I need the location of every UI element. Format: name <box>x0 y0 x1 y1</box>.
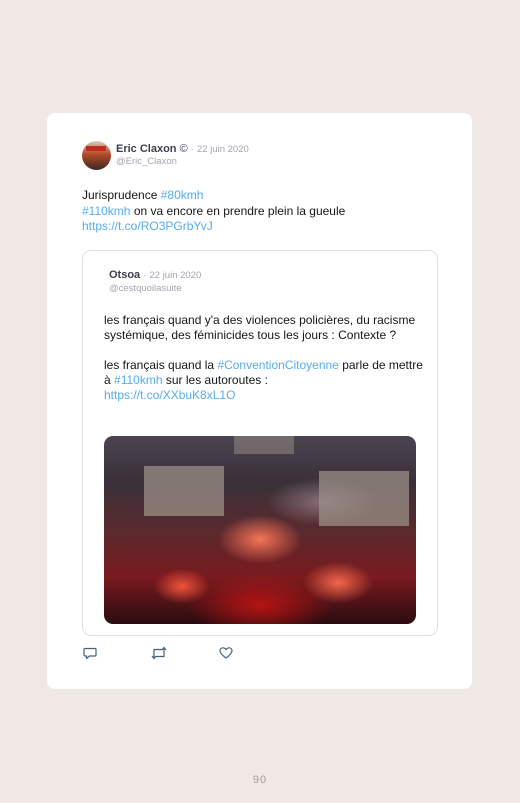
hashtag-110kmh[interactable]: #110kmh <box>82 204 130 218</box>
crowd-photo[interactable] <box>104 436 416 624</box>
quoted-text: les français quand y'a des violences pol… <box>104 313 424 403</box>
photo-building-top <box>234 436 294 454</box>
tweet-link[interactable]: https://t.co/RO3PGrbYvJ <box>82 219 213 233</box>
tweet-card: Eric Claxon © · 22 juin 2020 @Eric_Claxo… <box>47 113 472 689</box>
author-name[interactable]: Eric Claxon <box>116 143 177 155</box>
avatar[interactable] <box>82 141 111 170</box>
author-handle[interactable]: @Eric_Claxon <box>116 156 177 167</box>
quoted-author-name[interactable]: Otsoa <box>109 269 140 281</box>
quoted-paragraph-1: les français quand y'a des violences pol… <box>104 313 416 342</box>
tweet-text: Jurisprudence #80kmh #110kmh on va encor… <box>82 188 442 235</box>
page-number: 90 <box>252 774 268 786</box>
hashtag-80kmh[interactable]: #80kmh <box>161 188 204 202</box>
heart-icon[interactable] <box>219 646 233 665</box>
tweet-text-line2: on va encore en prendre plein la gueule <box>133 203 346 218</box>
retweet-icon[interactable] <box>151 646 167 665</box>
quoted-link[interactable]: https://t.co/XXbuK8xL1O <box>104 388 235 402</box>
reply-icon[interactable] <box>83 646 97 665</box>
hashtag-110kmh-quoted[interactable]: #110kmh <box>114 373 162 387</box>
tweet-text-line1: Jurisprudence <box>82 188 158 202</box>
quoted-paragraph-2: les français quand la #ConventionCitoyen… <box>104 358 423 402</box>
quoted-tweet[interactable]: Otsoa · 22 juin 2020 @cestquoilasuite le… <box>82 250 438 636</box>
author-badge: © <box>179 143 188 155</box>
photo-building-left <box>144 466 224 516</box>
quoted-author-handle[interactable]: @cestquoilasuite <box>109 283 182 294</box>
quoted-date[interactable]: 22 juin 2020 <box>149 270 201 281</box>
hashtag-convention-citoyenne[interactable]: #ConventionCitoyenne <box>217 358 338 372</box>
quoted-author-line: Otsoa · 22 juin 2020 <box>109 269 202 281</box>
tweet-date[interactable]: 22 juin 2020 <box>197 144 249 155</box>
photo-building-right <box>319 471 409 526</box>
avatar-banner <box>86 146 106 151</box>
author-line: Eric Claxon © · 22 juin 2020 <box>116 143 249 155</box>
